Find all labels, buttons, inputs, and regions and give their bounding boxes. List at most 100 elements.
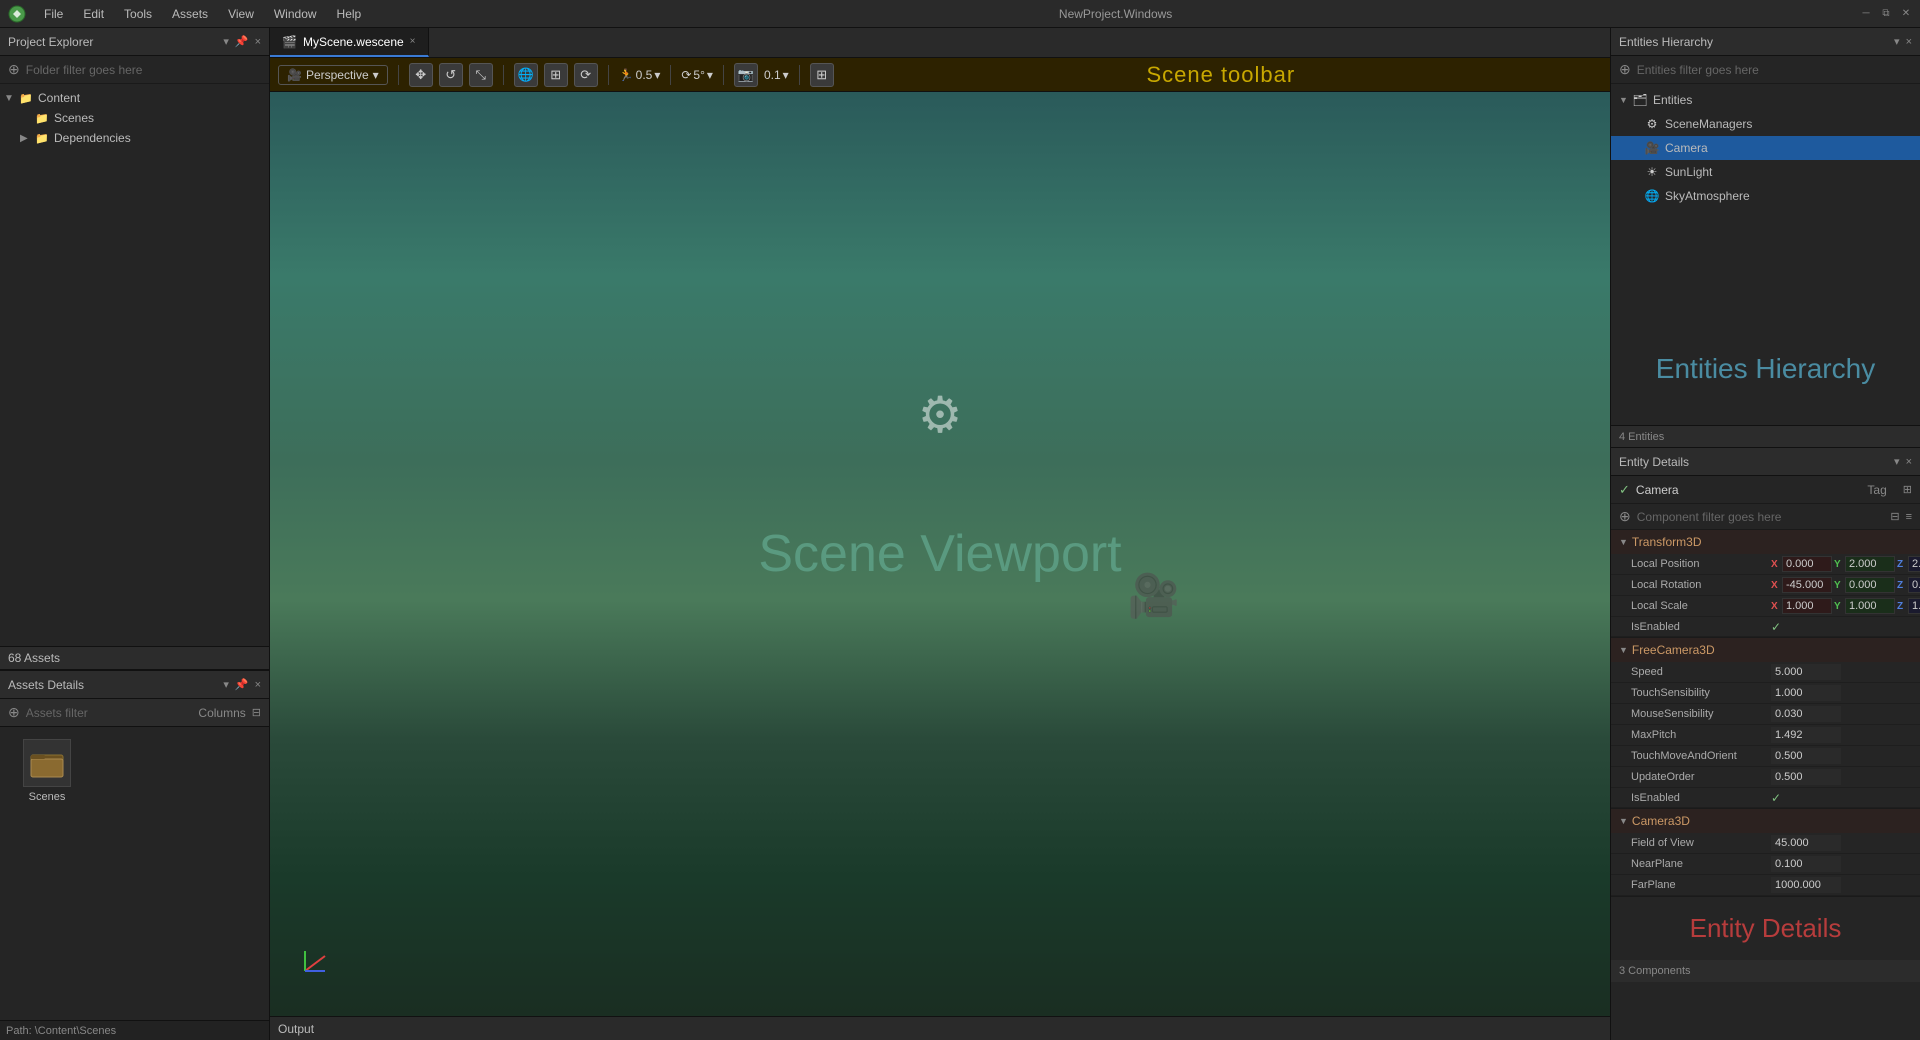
panel-options-icon[interactable]: ▾	[223, 35, 229, 48]
updateorder-value[interactable]: 0.500	[1771, 769, 1841, 785]
fov-value[interactable]: 45.000	[1771, 835, 1841, 851]
camera3d-name: Camera3D	[1632, 814, 1690, 828]
comp-filter-sort-icon[interactable]: ⊟	[1890, 510, 1899, 523]
rot-x-field[interactable]: X -45.000	[1771, 577, 1832, 593]
scale-y-field[interactable]: Y 1.000	[1834, 598, 1895, 614]
rot-z-value[interactable]: 0.000	[1908, 577, 1920, 593]
pos-z-field[interactable]: Z 2.000	[1897, 556, 1920, 572]
snap-grid-btn[interactable]: ⊞	[544, 63, 568, 87]
freecamera3d-name: FreeCamera3D	[1632, 643, 1715, 657]
assets-columns-btn[interactable]: Columns	[198, 706, 245, 720]
rot-z-field[interactable]: Z 0.000	[1897, 577, 1920, 593]
speed-input[interactable]: 🏃 0.5 ▾	[619, 68, 661, 82]
camera3d-header[interactable]: ▼ Camera3D	[1611, 809, 1920, 833]
rot-y-value[interactable]: 0.000	[1845, 577, 1895, 593]
et-camera[interactable]: 🎥 Camera	[1611, 136, 1920, 160]
mousesensibility-value[interactable]: 0.030	[1771, 706, 1841, 722]
tab-close-icon[interactable]: ×	[410, 36, 416, 47]
freecamera-isenabled-check[interactable]: ✓	[1771, 791, 1781, 805]
nearplane-value[interactable]: 0.100	[1771, 856, 1841, 872]
scale-z-field[interactable]: Z 1.000	[1897, 598, 1920, 614]
assets-pin-icon[interactable]: 📌	[235, 678, 249, 691]
freecamera3d-header[interactable]: ▼ FreeCamera3D	[1611, 638, 1920, 662]
assets-close-icon[interactable]: ×	[255, 679, 261, 691]
pos-x-field[interactable]: X 0.000	[1771, 556, 1832, 572]
asset-item-scenes[interactable]: Scenes	[12, 739, 82, 803]
menu-tools[interactable]: Tools	[114, 5, 162, 23]
rot-y-field[interactable]: Y 0.000	[1834, 577, 1895, 593]
menu-assets[interactable]: Assets	[162, 5, 218, 23]
details-options-icon[interactable]: ▾	[1894, 455, 1900, 468]
maxpitch-value[interactable]: 1.492	[1771, 727, 1841, 743]
viewport-container: .grid-line { stroke: #5a9a7a; stroke-wid…	[270, 92, 1610, 1016]
speed-value[interactable]: 5.000	[1771, 664, 1841, 680]
et-skyatmosphere[interactable]: 🌐 SkyAtmosphere	[1611, 184, 1920, 208]
rotate-tool-btn[interactable]: ↺	[439, 63, 463, 87]
farplane-label: FarPlane	[1631, 879, 1771, 891]
restore-button[interactable]: ⧉	[1880, 8, 1892, 20]
tree-item-scenes[interactable]: 📁 Scenes	[0, 108, 269, 128]
menu-window[interactable]: Window	[264, 5, 327, 23]
pos-y-value[interactable]: 2.000	[1845, 556, 1895, 572]
details-close-icon[interactable]: ×	[1906, 456, 1912, 468]
perspective-dropdown[interactable]: 🎥 Perspective ▾	[278, 65, 388, 85]
et-sunlight[interactable]: ☀ SunLight	[1611, 160, 1920, 184]
transform3d-header[interactable]: ▼ Transform3D	[1611, 530, 1920, 554]
camera-view-btn[interactable]: 📷	[734, 63, 758, 87]
entity-more-icon[interactable]: ⊞	[1903, 483, 1912, 496]
farplane-value[interactable]: 1000.000	[1771, 877, 1841, 893]
scale-y-value[interactable]: 1.000	[1845, 598, 1895, 614]
snap-rotate-btn[interactable]: ⟳	[574, 63, 598, 87]
assets-column-slider[interactable]: ⊟	[252, 706, 261, 719]
entities-options-icon[interactable]: ▾	[1894, 35, 1900, 48]
scale-z-value[interactable]: 1.000	[1908, 598, 1920, 614]
entities-close-icon[interactable]: ×	[1906, 36, 1912, 48]
entity-enabled-check[interactable]: ✓	[1619, 482, 1630, 498]
scale-x-value[interactable]: 1.000	[1782, 598, 1832, 614]
pos-x-value[interactable]: 0.000	[1782, 556, 1832, 572]
nearplane-row: NearPlane 0.100	[1611, 854, 1920, 875]
pos-y-field[interactable]: Y 2.000	[1834, 556, 1895, 572]
transform-isenabled-check[interactable]: ✓	[1771, 620, 1781, 634]
rot-x-value[interactable]: -45.000	[1782, 577, 1832, 593]
menu-file[interactable]: File	[34, 5, 73, 23]
et-label-sky: SkyAtmosphere	[1665, 189, 1750, 203]
et-scenemanagers[interactable]: ⚙ SceneManagers	[1611, 112, 1920, 136]
speed-arrow: ▾	[654, 68, 660, 82]
world-tool-btn[interactable]: 🌐	[514, 63, 538, 87]
tree-label-scenes: Scenes	[54, 111, 94, 125]
move-tool-btn[interactable]: ✥	[409, 63, 433, 87]
grid-btn[interactable]: ⊞	[810, 63, 834, 87]
minimize-button[interactable]: ─	[1860, 8, 1872, 20]
folder-filter-plus-icon[interactable]: ⊕	[8, 61, 20, 78]
tree-item-dependencies[interactable]: ▶ 📁 Dependencies	[0, 128, 269, 148]
menu-help[interactable]: Help	[327, 5, 372, 23]
scene-tab[interactable]: 🎬 MyScene.wescene ×	[270, 28, 429, 57]
et-entities[interactable]: ▼ 🗂 Entities	[1611, 88, 1920, 112]
fov-row: Field of View 45.000	[1611, 833, 1920, 854]
assets-options-icon[interactable]: ▾	[223, 678, 229, 691]
touchsensibility-value[interactable]: 1.000	[1771, 685, 1841, 701]
close-button[interactable]: ✕	[1900, 8, 1912, 20]
snap-input[interactable]: 0.1 ▾	[764, 68, 789, 82]
toolbar-divider4	[670, 65, 671, 85]
pos-z-value[interactable]: 2.000	[1908, 556, 1920, 572]
entities-hierarchy-section: Entities Hierarchy ▾ × ⊕ Entities filter…	[1611, 28, 1920, 448]
toolbar-divider3	[608, 65, 609, 85]
menu-edit[interactable]: Edit	[73, 5, 114, 23]
panel-close-icon[interactable]: ×	[255, 36, 261, 48]
angle-input[interactable]: ⟳ 5° ▾	[681, 68, 713, 82]
pos-z-label: Z	[1897, 559, 1907, 570]
path-bar: Path: \Content\Scenes	[0, 1020, 269, 1040]
entities-filter-plus-icon[interactable]: ⊕	[1619, 61, 1631, 78]
menu-view[interactable]: View	[218, 5, 264, 23]
comp-filter-menu-icon[interactable]: ≡	[1906, 511, 1912, 523]
details-content: ▼ Transform3D Local Position X 0.000	[1611, 530, 1920, 1040]
scale-x-field[interactable]: X 1.000	[1771, 598, 1832, 614]
touchmoveandorient-value[interactable]: 0.500	[1771, 748, 1841, 764]
comp-filter-plus-icon[interactable]: ⊕	[1619, 508, 1631, 525]
assets-filter-plus-icon[interactable]: ⊕	[8, 704, 20, 721]
panel-pin-icon[interactable]: 📌	[235, 35, 249, 48]
scale-tool-btn[interactable]: ⤡	[469, 63, 493, 87]
tree-item-content[interactable]: ▼ 📁 Content	[0, 88, 269, 108]
